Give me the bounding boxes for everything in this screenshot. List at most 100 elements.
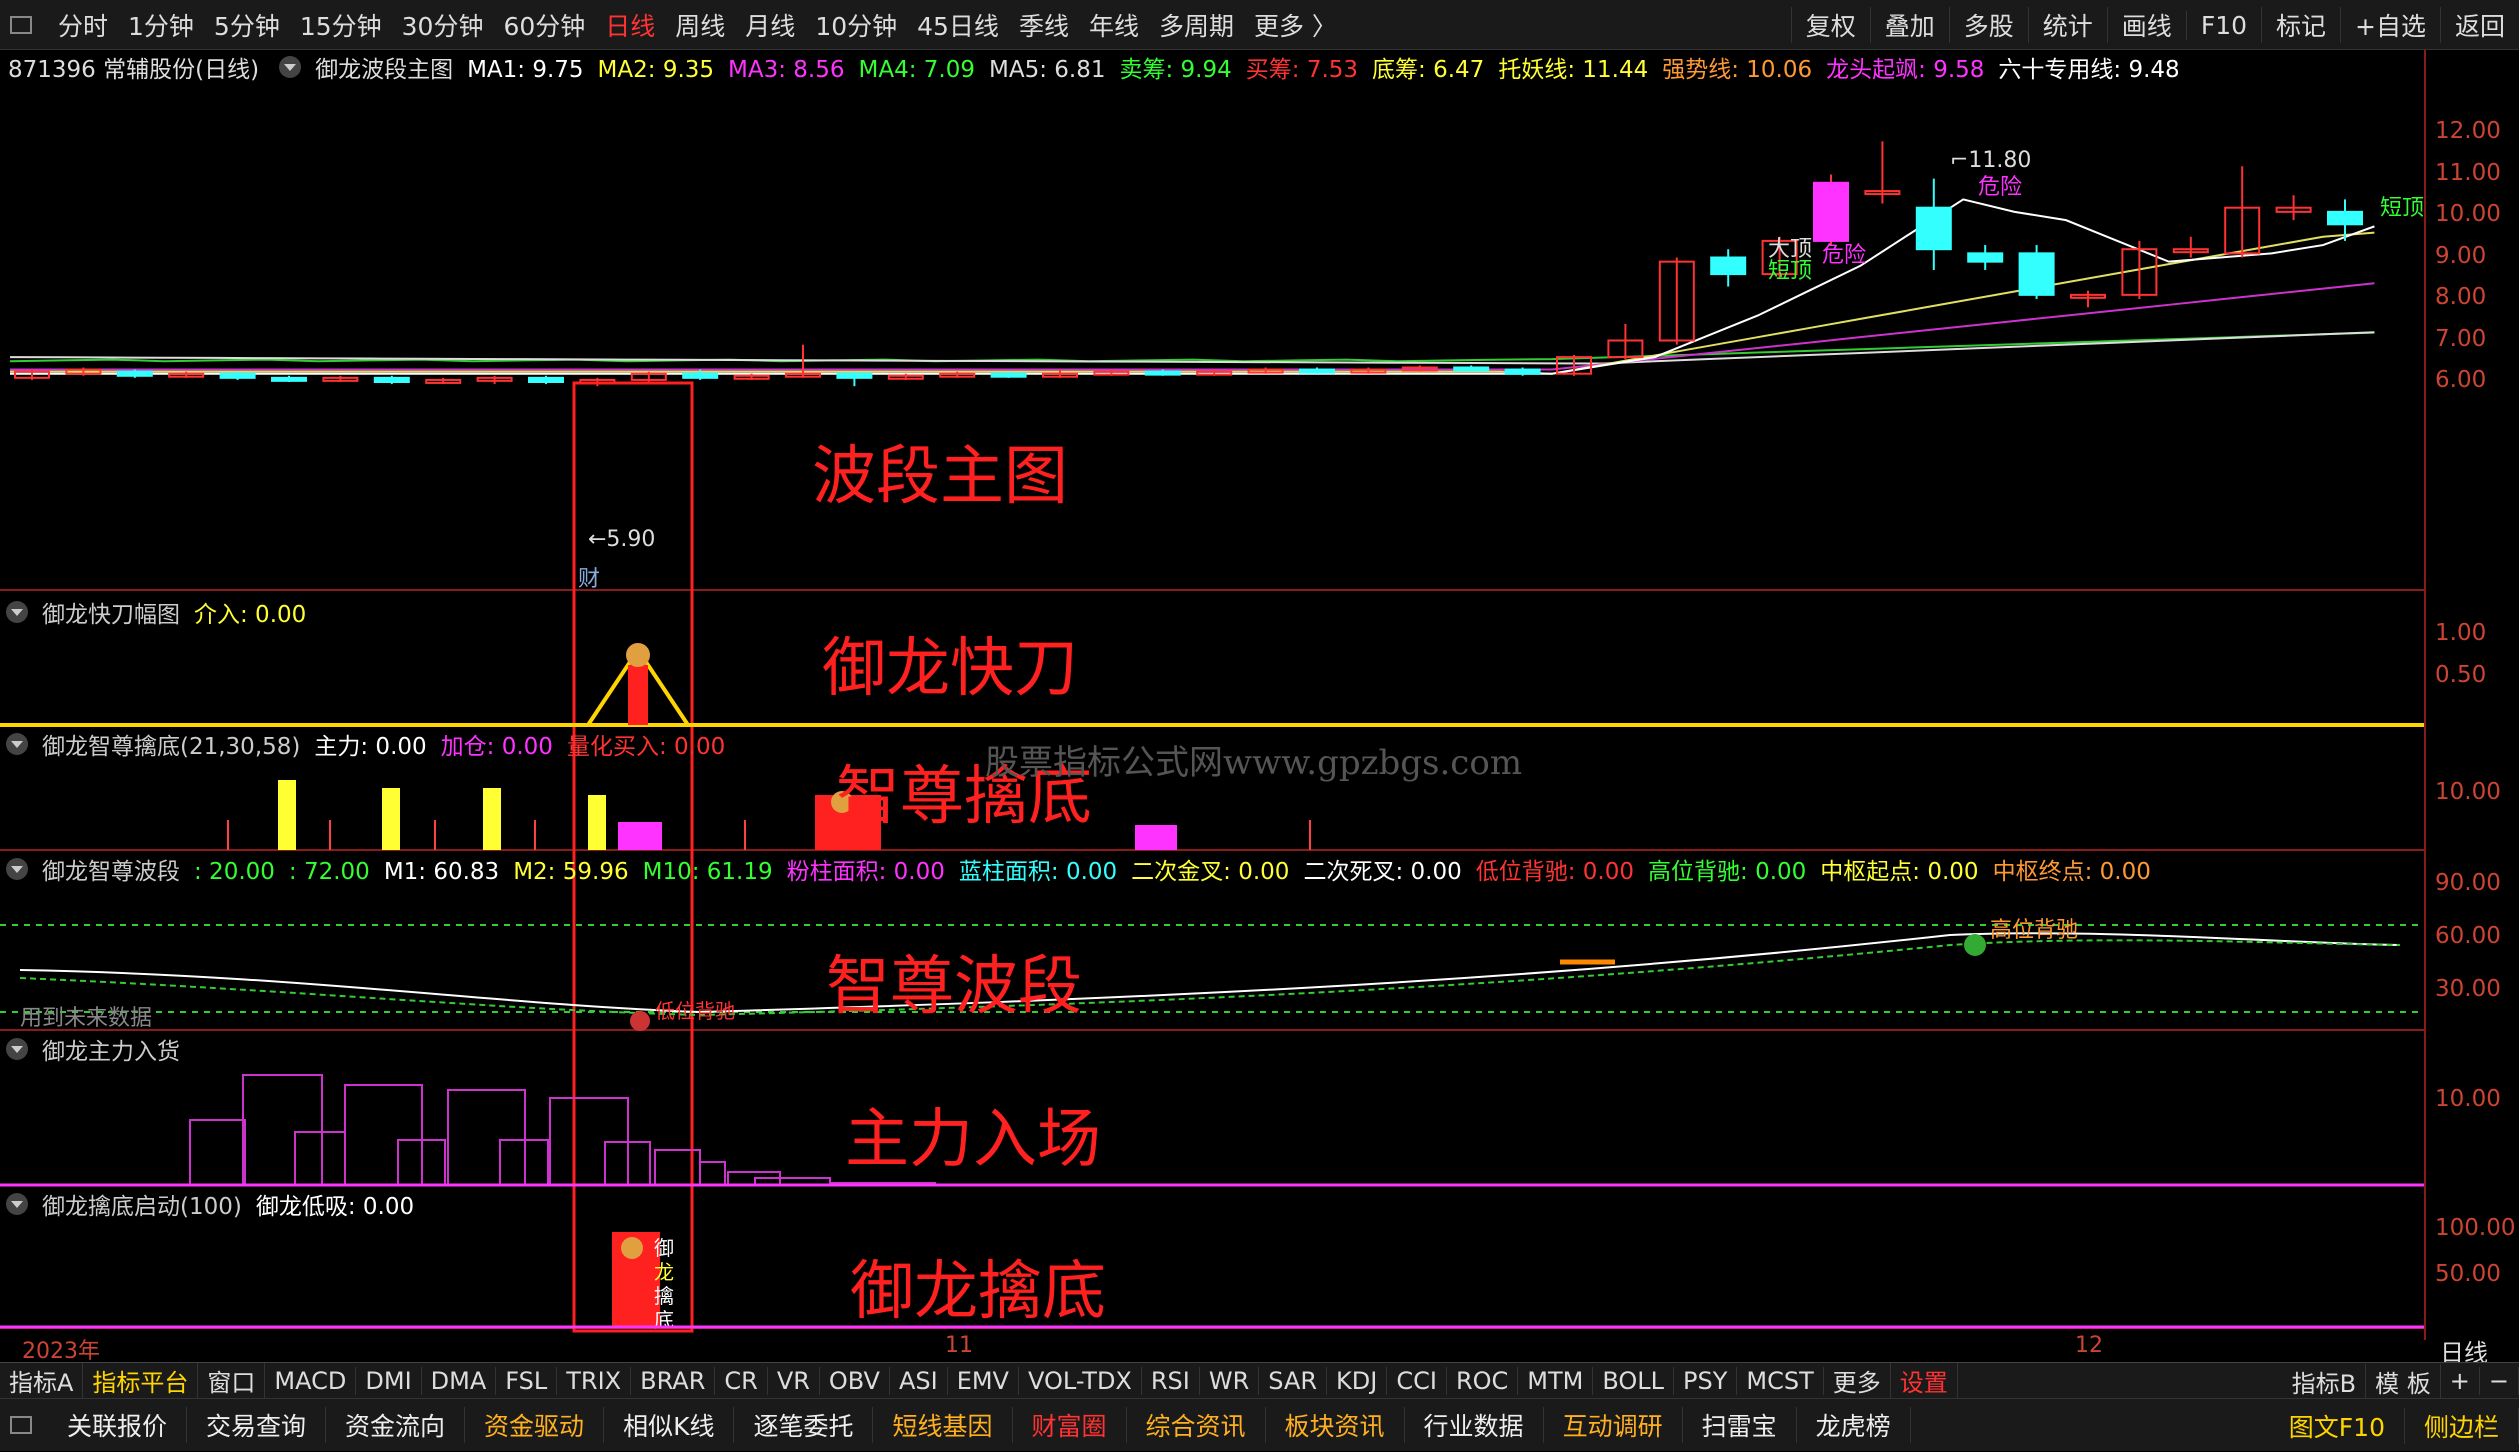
function-tab[interactable]: 资金流向 [326,1407,466,1443]
indicator-tab[interactable]: VR [768,1366,820,1395]
period-tab[interactable]: 季线 [1009,7,1079,43]
function-tab-right[interactable]: 侧边栏 [2405,1407,2519,1444]
boduan-axis: 90.00 60.00 30.00 [2425,850,2519,1030]
period-tab[interactable]: 年线 [1079,7,1149,43]
period-tab[interactable]: 分时 [48,7,118,43]
indicator-tab[interactable]: DMI [356,1366,422,1395]
function-tab[interactable]: 综合资讯 [1127,1407,1266,1443]
function-tab[interactable]: 资金驱动 [465,1407,605,1443]
indicator-tab[interactable]: MTM [1518,1366,1594,1395]
toolbar-button[interactable]: 多股 [1948,7,2028,43]
function-tab[interactable]: 逐笔委托 [734,1407,874,1443]
collapse-icon[interactable] [6,601,28,623]
indicator-tab[interactable]: RSI [1142,1366,1200,1395]
indicator-tab[interactable]: TRIX [557,1366,632,1395]
function-tab[interactable]: 龙虎榜 [1797,1407,1911,1443]
panel-values: : 20.00: 72.00 M1: 60.83 M2: 59.96 M10: 61.… [194,852,2165,886]
candle-body [1144,370,1181,376]
qindi-bar [618,822,662,850]
toolbar-button[interactable]: 画线 [2106,7,2186,43]
indicator-value: : 72.00 [288,859,370,885]
toolbar-button[interactable]: 叠加 [1869,7,1949,43]
period-tab[interactable]: 日线 [595,7,665,43]
boduan-header: 御龙智尊波段: 20.00: 72.00 M1: 60.83 M2: 59.96 M1… [0,852,2425,886]
indicator-tab[interactable]: EMV [948,1366,1019,1395]
chart-canvas[interactable]: ⌐11.80←5.90财危险危险大顶短顶短顶用到未来数据 低位背驰高位背驰御龙擒底 [0,50,2425,1340]
toolbar-button[interactable]: F10 [2185,10,2261,40]
indicator-tab[interactable]: VOL-TDX [1019,1366,1142,1395]
function-tab[interactable]: 行业数据 [1405,1407,1544,1443]
template-button[interactable]: − [2480,1367,2519,1395]
toolbar-button[interactable]: +自选 [2340,7,2440,43]
indicator-tab[interactable]: 设置 [1891,1363,1958,1398]
year-label: 2023年 [22,1339,100,1364]
toolbar-button[interactable]: 统计 [2027,7,2107,43]
indicator-value: 二次金叉: 0.00 [1131,859,1290,885]
stamp-char: 龙 [654,1260,674,1284]
function-tab[interactable]: 互动调研 [1544,1407,1683,1443]
template-button[interactable]: 指标B [2283,1363,2367,1399]
period-tab[interactable]: 月线 [735,7,805,43]
indicator-tab[interactable]: MACD [265,1366,357,1395]
collapse-icon[interactable] [6,1193,28,1215]
indicator-tab[interactable]: WR [1200,1366,1260,1395]
period-tab[interactable]: 30分钟 [392,7,494,43]
period-tabs: 分时 1分钟 5分钟 15分钟 30分钟 60分钟 日线 周线 月线 10分钟 45日线 季线 年线 多周… [48,7,1347,43]
function-tab-right[interactable]: 图文F10 [2270,1407,2405,1444]
indicator-tabs-right: 指标B 模 板 + − [2283,1363,2519,1399]
indicator-tab[interactable]: ASI [890,1366,948,1395]
collapse-icon[interactable] [6,733,28,755]
indicator-tab[interactable]: BOLL [1593,1366,1675,1395]
collapse-icon[interactable] [6,858,28,880]
function-tab[interactable]: 相似K线 [604,1407,735,1443]
period-tab[interactable]: 周线 [665,7,735,43]
toolbar-button[interactable]: 标记 [2261,7,2340,43]
indicator-value: M10: 61.19 [642,859,773,885]
indicator-tab[interactable]: 指标平台 [83,1363,199,1398]
panel-values: 主力: 0.00 加仓: 0.00 量化买入: 0.00 [314,727,739,761]
collapse-icon[interactable] [6,1038,28,1060]
indicator-tab[interactable]: CCI [1387,1366,1447,1395]
qindi-axis: 10.00 [2425,725,2519,850]
period-tab[interactable]: 15分钟 [290,7,392,43]
indicator-tab[interactable]: DMA [422,1366,497,1395]
toolbar-button[interactable]: 复权 [1790,7,1870,43]
template-button[interactable]: 模 板 [2366,1363,2441,1399]
axis-tick-label: 100.00 [2435,1215,2516,1241]
indicator-value: 量化买入: 0.00 [566,734,726,760]
axis-tick-label: 7.00 [2435,326,2487,352]
indicator-tab[interactable]: 更多 [1824,1363,1891,1398]
function-tab[interactable]: 交易查询 [187,1407,327,1443]
indicator-tab[interactable]: SAR [1259,1366,1328,1395]
indicator-tab[interactable]: FSL [496,1366,558,1395]
indicator-tab[interactable]: 窗口 [198,1363,266,1398]
main-price-axis: 12.00 11.00 10.00 9.00 8.00 7.00 6.00 [2425,50,2519,590]
indicator-tab[interactable]: 指标A [0,1363,84,1398]
function-tab[interactable]: 财富圈 [1013,1407,1127,1443]
template-button[interactable]: + [2441,1367,2480,1395]
function-tab[interactable]: 关联报价 [48,1407,188,1443]
indicator-tab[interactable]: BRAR [631,1366,716,1395]
indicator-tab[interactable]: KDJ [1327,1366,1388,1395]
period-tab[interactable]: 更多 〉 [1244,7,1347,43]
indicator-tab[interactable]: PSY [1674,1366,1738,1395]
period-tab[interactable]: 1分钟 [118,7,204,43]
period-tab[interactable]: 60分钟 [493,7,595,43]
label-boduan: 智尊波段 [826,950,1082,1024]
indicator-value: M1: 60.83 [383,859,500,885]
period-tab[interactable]: 5分钟 [204,7,290,43]
period-tab[interactable]: 10分钟 [805,7,907,43]
indicator-tab[interactable]: OBV [820,1366,890,1395]
window-icon[interactable] [10,1416,32,1434]
window-icon[interactable] [10,15,32,34]
indicator-tab[interactable]: ROC [1447,1366,1519,1395]
function-tab[interactable]: 扫雷宝 [1683,1407,1797,1443]
period-tab[interactable]: 45日线 [907,7,1009,43]
panel-title: 御龙智尊波段 [42,859,180,885]
indicator-tab[interactable]: CR [715,1366,768,1395]
indicator-tab[interactable]: MCST [1737,1366,1824,1395]
function-tab[interactable]: 短线基因 [873,1407,1013,1443]
period-tab[interactable]: 多周期 [1149,7,1244,43]
toolbar-button[interactable]: 返回 [2439,7,2519,43]
function-tab[interactable]: 板块资讯 [1266,1407,1405,1443]
